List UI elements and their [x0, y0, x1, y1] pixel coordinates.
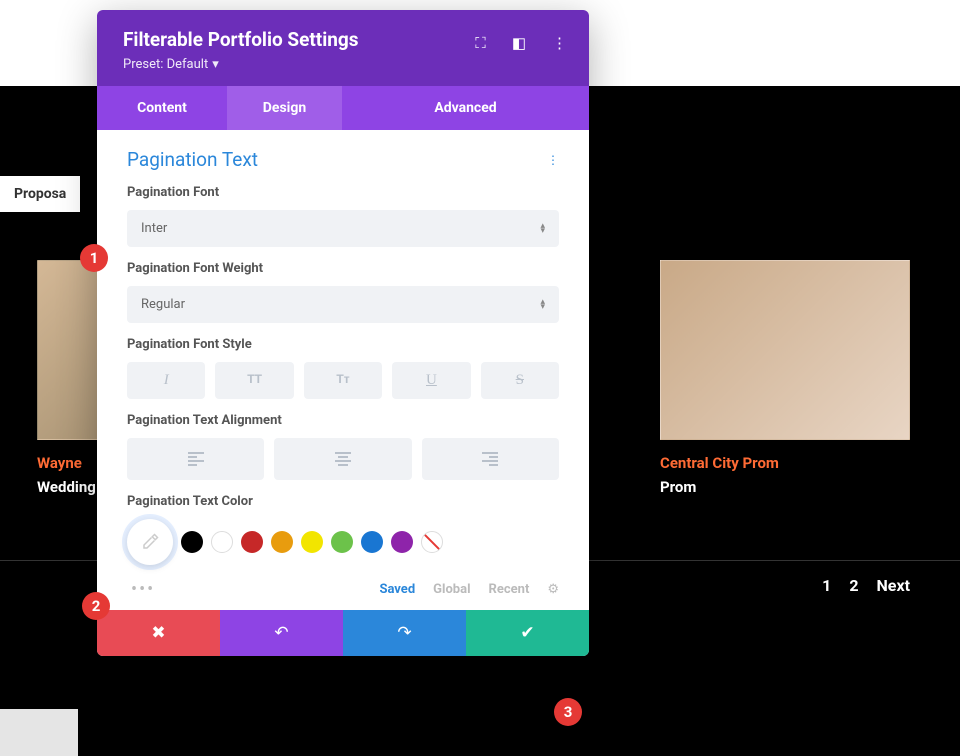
- redo-button[interactable]: ↷: [343, 610, 466, 656]
- font-label: Pagination Font: [127, 185, 559, 200]
- page-1-link[interactable]: 1: [822, 576, 831, 595]
- redo-icon: ↷: [397, 623, 411, 643]
- swatch-green[interactable]: [331, 531, 353, 553]
- tab-advanced[interactable]: Advanced: [342, 86, 589, 130]
- columns-icon[interactable]: ◧: [512, 34, 526, 52]
- settings-body: Pagination Text ⋮ Pagination Font Inter …: [97, 130, 589, 610]
- save-button[interactable]: ✔: [466, 610, 589, 656]
- eyedropper-button[interactable]: [127, 519, 173, 565]
- portfolio-thumbnail: [660, 260, 910, 440]
- portfolio-title: Central City Prom: [660, 454, 910, 472]
- gray-corner: [0, 709, 78, 756]
- kebab-icon[interactable]: ⋮: [552, 34, 567, 52]
- filter-tab-proposal[interactable]: Proposa: [0, 176, 80, 212]
- italic-button[interactable]: I: [127, 362, 205, 399]
- annotation-badge-2: 2: [82, 592, 110, 620]
- tab-design[interactable]: Design: [227, 86, 342, 130]
- align-center-button[interactable]: [274, 438, 411, 480]
- page-next-link[interactable]: Next: [877, 576, 910, 595]
- close-icon: ✖: [151, 623, 165, 643]
- swatch-orange[interactable]: [271, 531, 293, 553]
- palette-recent-tab[interactable]: Recent: [489, 582, 530, 597]
- swatch-black[interactable]: [181, 531, 203, 553]
- align-label: Pagination Text Alignment: [127, 413, 559, 428]
- undo-button[interactable]: ↶: [220, 610, 343, 656]
- swatch-blue[interactable]: [361, 531, 383, 553]
- swatch-white[interactable]: [211, 531, 233, 553]
- strikethrough-button[interactable]: S: [481, 362, 559, 399]
- expand-icon[interactable]: ⛶: [475, 34, 486, 52]
- section-pagination-text[interactable]: Pagination Text ⋮: [127, 148, 559, 171]
- settings-modal: Filterable Portfolio Settings Preset: De…: [97, 10, 589, 656]
- color-palette-tabs: ••• Saved Global Recent ⚙: [131, 579, 559, 600]
- swatch-purple[interactable]: [391, 531, 413, 553]
- page-2-link[interactable]: 2: [849, 576, 858, 595]
- smallcaps-button[interactable]: Tᴛ: [304, 362, 382, 399]
- portfolio-category: Prom: [660, 478, 910, 496]
- weight-select[interactable]: Regular ▴▾: [127, 286, 559, 323]
- settings-tabs: Content Design Advanced: [97, 86, 589, 130]
- modal-header: Filterable Portfolio Settings Preset: De…: [97, 10, 589, 86]
- eyedropper-icon: [141, 533, 159, 551]
- modal-actions: ✖ ↶ ↷ ✔: [97, 610, 589, 656]
- portfolio-item-right[interactable]: Central City Prom Prom: [660, 260, 910, 496]
- annotation-badge-1: 1: [80, 244, 108, 272]
- weight-label: Pagination Font Weight: [127, 261, 559, 276]
- swatch-yellow[interactable]: [301, 531, 323, 553]
- palette-global-tab[interactable]: Global: [433, 582, 470, 597]
- gear-icon[interactable]: ⚙: [547, 582, 559, 597]
- align-right-button[interactable]: [422, 438, 559, 480]
- color-label: Pagination Text Color: [127, 494, 559, 509]
- close-button[interactable]: ✖: [97, 610, 220, 656]
- font-style-row: I TT Tᴛ U S: [127, 362, 559, 399]
- uppercase-button[interactable]: TT: [215, 362, 293, 399]
- color-swatches: [127, 519, 559, 565]
- more-dots-icon[interactable]: •••: [131, 579, 361, 600]
- kebab-icon[interactable]: ⋮: [547, 153, 559, 167]
- annotation-badge-3: 3: [554, 698, 582, 726]
- underline-button[interactable]: U: [392, 362, 470, 399]
- preset-dropdown[interactable]: Preset: Default ▾: [123, 57, 563, 72]
- undo-icon: ↶: [274, 623, 288, 643]
- tab-content[interactable]: Content: [97, 86, 227, 130]
- align-left-button[interactable]: [127, 438, 264, 480]
- pagination: 1 2 Next: [822, 576, 910, 595]
- text-align-row: [127, 438, 559, 480]
- swatch-transparent[interactable]: [421, 531, 443, 553]
- palette-saved-tab[interactable]: Saved: [379, 582, 415, 597]
- select-arrows-icon: ▴▾: [540, 300, 545, 310]
- check-icon: ✔: [520, 623, 534, 643]
- font-select[interactable]: Inter ▴▾: [127, 210, 559, 247]
- swatch-red[interactable]: [241, 531, 263, 553]
- chevron-down-icon: ▾: [212, 57, 219, 72]
- select-arrows-icon: ▴▾: [540, 224, 545, 234]
- style-label: Pagination Font Style: [127, 337, 559, 352]
